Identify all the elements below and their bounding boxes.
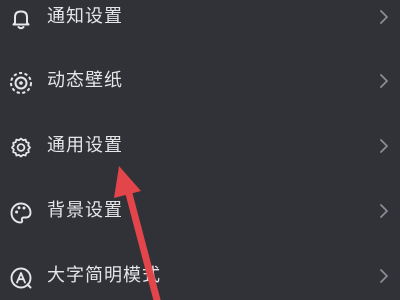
chevron-right-icon <box>379 9 389 25</box>
menu-item-label: 大字简明模式 <box>47 265 161 286</box>
menu-item-background-settings[interactable]: 背景设置 <box>0 179 400 243</box>
menu-item-label: 通知设置 <box>47 6 123 27</box>
bell-icon <box>8 6 34 32</box>
chevron-right-icon <box>379 73 389 89</box>
chevron-right-icon <box>379 203 389 219</box>
menu-item-live-wallpaper[interactable]: 动态壁纸 <box>0 49 400 113</box>
large-font-icon <box>8 265 34 291</box>
gear-icon <box>8 135 34 161</box>
menu-item-label: 背景设置 <box>47 200 123 221</box>
menu-item-label: 通用设置 <box>47 135 123 156</box>
chevron-right-icon <box>379 138 389 154</box>
menu-item-large-font-mode[interactable]: 大字简明模式 <box>0 244 400 300</box>
chevron-right-icon <box>379 268 389 284</box>
palette-icon <box>8 200 34 226</box>
settings-menu: 通知设置 动态壁纸 通用设置 背景设置 大字简明模式 <box>0 0 400 300</box>
menu-item-general-settings[interactable]: 通用设置 <box>0 114 400 178</box>
live-wallpaper-icon <box>8 70 34 96</box>
menu-item-notification-settings[interactable]: 通知设置 <box>0 0 400 49</box>
menu-item-label: 动态壁纸 <box>47 70 123 91</box>
